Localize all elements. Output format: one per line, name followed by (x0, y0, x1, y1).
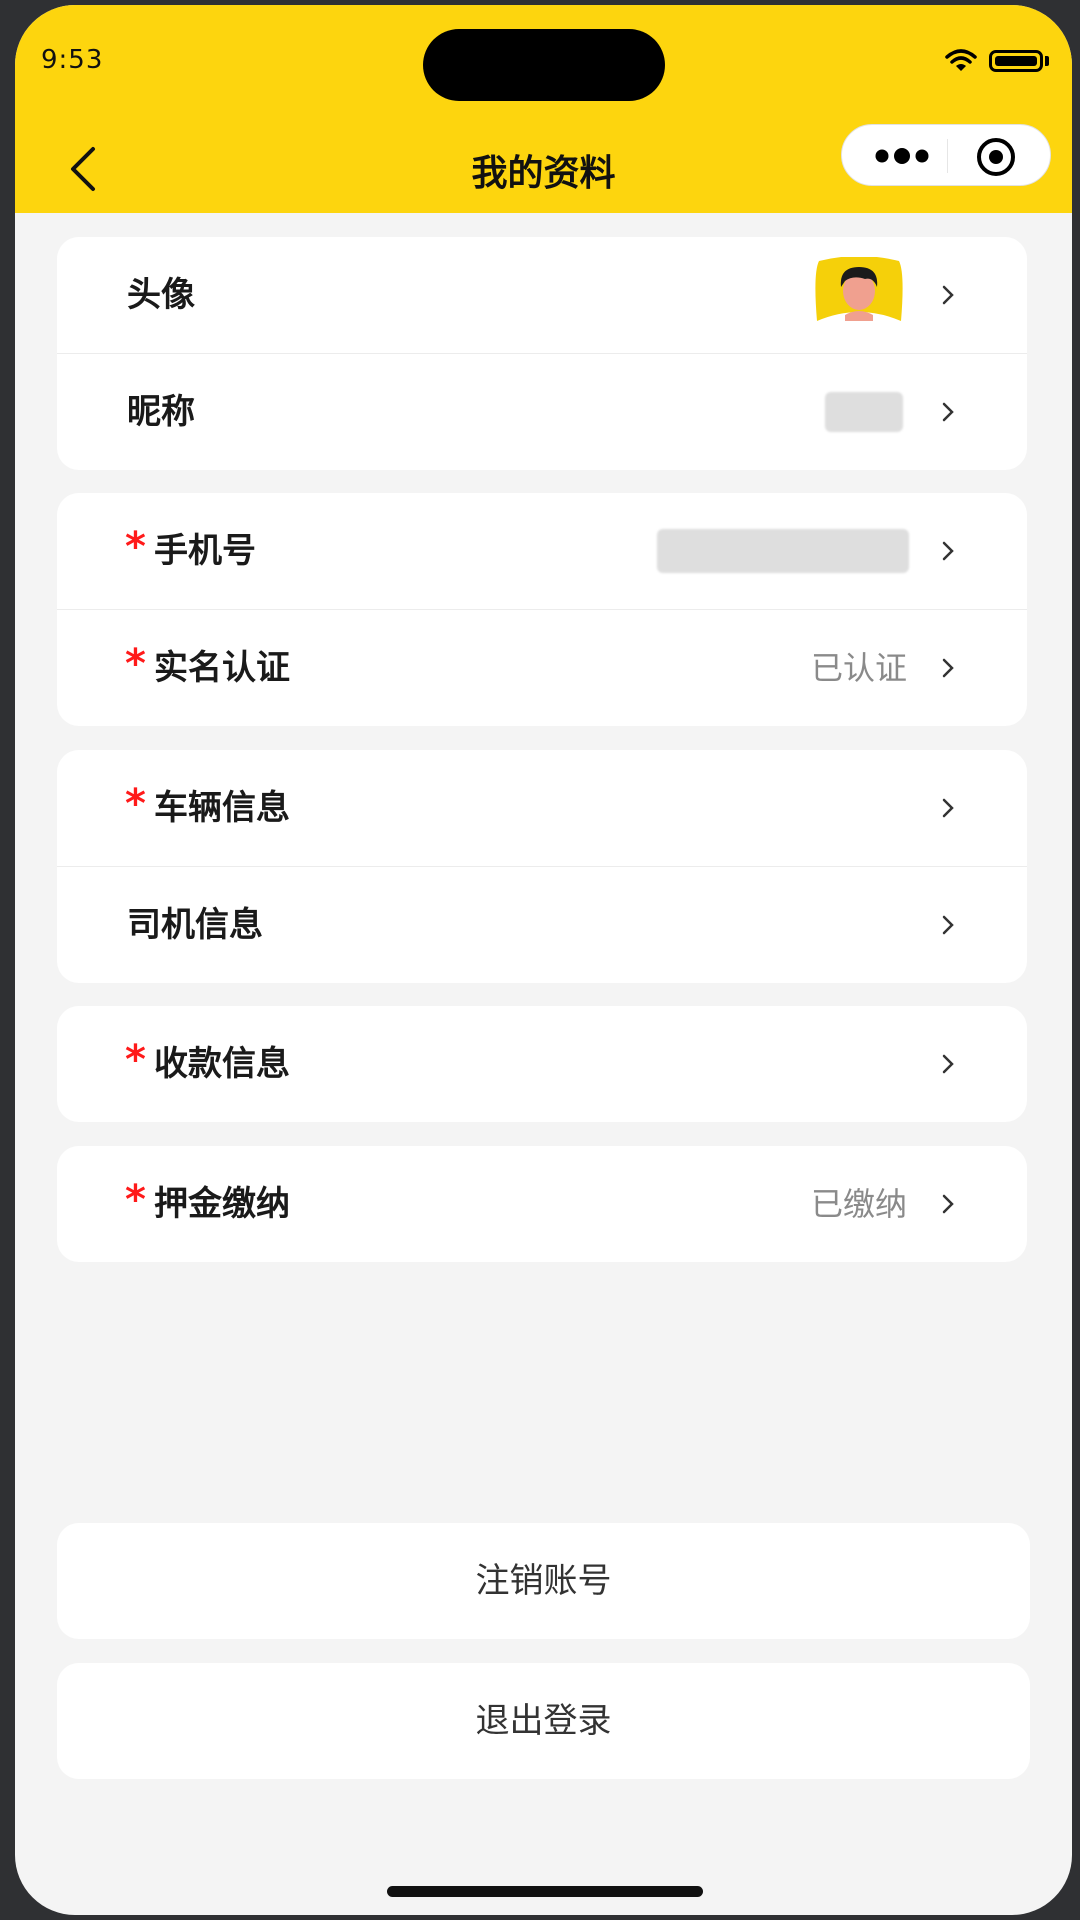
required-mark: * (125, 781, 146, 827)
nickname-value-redacted (825, 392, 903, 432)
chevron-right-icon (942, 1194, 954, 1214)
more-dots-icon[interactable] (862, 133, 942, 179)
deposit-card: * 押金缴纳 已缴纳 (57, 1146, 1027, 1262)
battery-cap (1045, 56, 1049, 66)
avatar-row[interactable]: 头像 (57, 237, 1027, 354)
phone-label: 手机号 (154, 531, 256, 571)
avatar (815, 257, 903, 321)
realname-status: 已认证 (810, 649, 907, 687)
driver-row[interactable]: 司机信息 (57, 867, 1027, 983)
required-mark: * (125, 1177, 146, 1223)
phone-screen: 9:53 我的资料 头像 昵称 * 手机号 * 实名认证 已认证 * 车辆信息 … (15, 5, 1072, 1915)
capsule-divider (947, 139, 948, 173)
chevron-right-icon (942, 915, 954, 935)
profile-card: 头像 昵称 (57, 237, 1027, 470)
home-indicator[interactable] (387, 1886, 703, 1897)
logout-button[interactable]: 退出登录 (57, 1663, 1030, 1779)
phone-row[interactable]: * 手机号 (57, 493, 1027, 610)
target-icon[interactable] (974, 135, 1018, 179)
realname-row[interactable]: * 实名认证 已认证 (57, 610, 1027, 726)
required-mark: * (125, 524, 146, 570)
cancel-account-button[interactable]: 注销账号 (57, 1523, 1030, 1639)
logout-label: 退出登录 (475, 1701, 612, 1741)
dynamic-island (423, 29, 665, 101)
payment-label: 收款信息 (154, 1044, 290, 1084)
account-card: * 手机号 * 实名认证 已认证 (57, 493, 1027, 726)
vehicle-row[interactable]: * 车辆信息 (57, 750, 1027, 867)
vehicle-label: 车辆信息 (154, 788, 290, 828)
deposit-status: 已缴纳 (810, 1185, 907, 1223)
vehicle-card: * 车辆信息 司机信息 (57, 750, 1027, 983)
chevron-right-icon (942, 285, 954, 305)
wifi-icon (945, 49, 977, 71)
driver-label: 司机信息 (127, 905, 263, 945)
battery-icon (989, 50, 1043, 72)
mini-program-capsule (841, 124, 1051, 186)
nickname-row[interactable]: 昵称 (57, 354, 1027, 470)
chevron-right-icon (942, 658, 954, 678)
payment-row[interactable]: * 收款信息 (57, 1006, 1027, 1122)
payment-card: * 收款信息 (57, 1006, 1027, 1122)
nickname-label: 昵称 (127, 392, 195, 432)
avatar-label: 头像 (127, 275, 195, 315)
required-mark: * (125, 1037, 146, 1083)
chevron-right-icon (942, 798, 954, 818)
chevron-right-icon (942, 402, 954, 422)
realname-label: 实名认证 (154, 648, 290, 688)
status-time: 9:53 (41, 45, 104, 75)
chevron-right-icon (942, 1054, 954, 1074)
cancel-account-label: 注销账号 (475, 1561, 612, 1601)
chevron-right-icon (942, 541, 954, 561)
header-bar: 9:53 我的资料 (15, 5, 1072, 213)
deposit-row[interactable]: * 押金缴纳 已缴纳 (57, 1146, 1027, 1262)
phone-value-redacted (657, 529, 909, 573)
deposit-label: 押金缴纳 (154, 1184, 290, 1224)
required-mark: * (125, 641, 146, 687)
